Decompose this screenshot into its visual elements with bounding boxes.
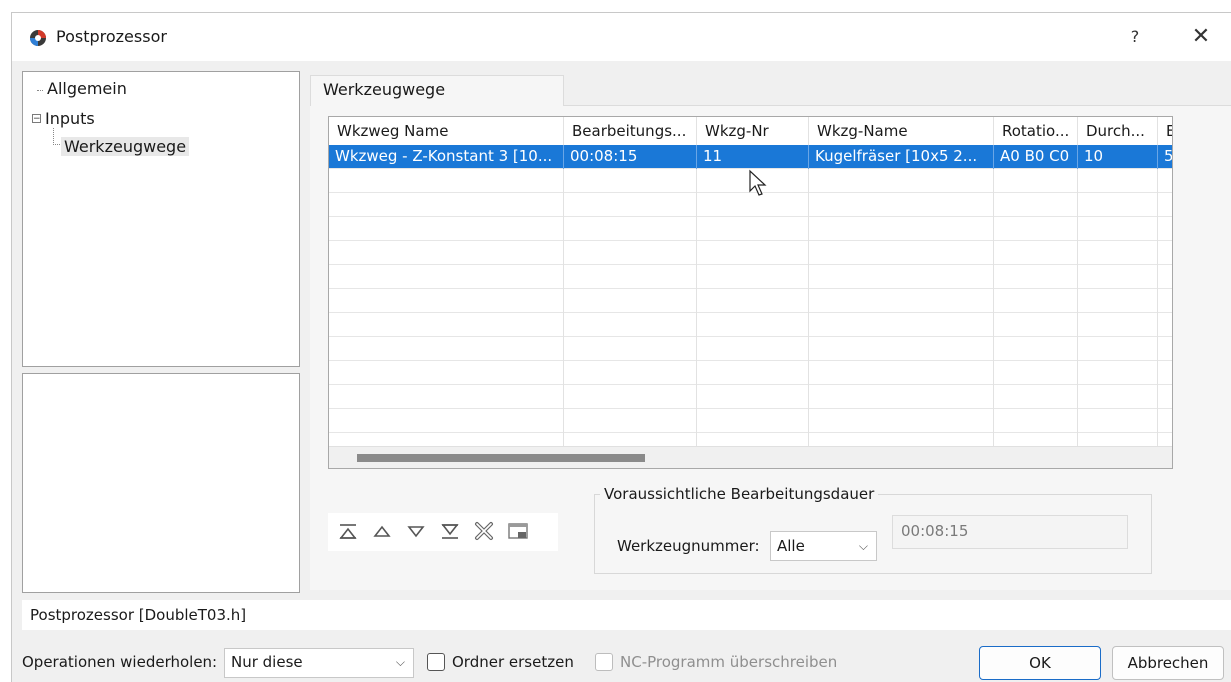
move-down-icon[interactable]: [402, 517, 430, 545]
replace-folder-checkbox[interactable]: [427, 653, 445, 671]
table-cell: 00:08:15: [564, 145, 697, 169]
app-logo-icon: [30, 30, 46, 46]
repeat-operations-select[interactable]: Nur diese ⌵: [224, 648, 414, 678]
column-lines: [329, 169, 1172, 446]
duration-group-title: Voraussichtliche Bearbeitungsdauer: [600, 485, 879, 503]
help-button[interactable]: ?: [1120, 24, 1150, 50]
move-to-bottom-icon[interactable]: [436, 517, 464, 545]
overwrite-nc-label[interactable]: NC-Programm überschreiben: [620, 653, 837, 671]
table-cell: 11: [697, 145, 809, 169]
tab-werkzeugwege[interactable]: Werkzeugwege: [310, 75, 564, 106]
table-cell: Wkzweg - Z-Konstant 3 [10...: [329, 145, 564, 169]
mouse-cursor-icon: [749, 169, 767, 196]
chevron-down-icon: ⌵: [395, 655, 405, 669]
grid-header: Wkzweg Name Bearbeitungs... Wkzg-Nr Wkzg…: [329, 117, 1172, 145]
edit-icon[interactable]: [504, 517, 532, 545]
column-header[interactable]: Bearbeitungs...: [564, 117, 697, 145]
title-bar: Postprozessor ? ✕: [12, 13, 1231, 61]
postprocessor-status: Postprozessor [DoubleT03.h]: [22, 600, 1231, 630]
tree-item-inputs[interactable]: Inputs: [45, 109, 95, 128]
column-header[interactable]: Durch...: [1078, 117, 1158, 145]
postprocessor-dialog: Postprozessor ? ✕ Allgemein − Inputs Wer…: [11, 12, 1231, 682]
tool-number-label: Werkzeugnummer:: [617, 537, 760, 555]
replace-folder-label[interactable]: Ordner ersetzen: [452, 653, 574, 671]
repeat-operations-label: Operationen wiederholen:: [22, 653, 218, 671]
reorder-toolbar: [328, 513, 558, 551]
delete-icon[interactable]: [470, 517, 498, 545]
move-to-top-icon[interactable]: [334, 517, 362, 545]
tool-number-value: Alle: [777, 537, 805, 555]
table-cell: Kugelfräser [10x5 2...: [809, 145, 994, 169]
column-header[interactable]: E: [1158, 117, 1172, 145]
horizontal-scrollbar[interactable]: [329, 446, 1172, 468]
ok-button[interactable]: OK: [979, 646, 1101, 680]
table-cell: A0 B0 C0: [994, 145, 1078, 169]
column-header[interactable]: Wkzg-Nr: [697, 117, 809, 145]
close-button[interactable]: ✕: [1184, 22, 1218, 52]
overwrite-nc-checkbox[interactable]: [595, 653, 613, 671]
tree-item-werkzeugwege[interactable]: Werkzeugwege: [61, 137, 190, 156]
cancel-button[interactable]: Abbrechen: [1112, 646, 1224, 680]
move-up-icon[interactable]: [368, 517, 396, 545]
duration-field: 00:08:15: [892, 515, 1128, 549]
column-header[interactable]: Rotatio...: [994, 117, 1078, 145]
tool-number-select[interactable]: Alle ⌵: [770, 531, 877, 561]
scrollbar-thumb[interactable]: [357, 454, 645, 462]
tree-connector: [53, 128, 60, 145]
tree-connector: [37, 81, 43, 91]
collapse-icon[interactable]: −: [32, 114, 41, 124]
column-header[interactable]: Wkzweg Name: [329, 117, 564, 145]
navigation-tree: Allgemein − Inputs Werkzeugwege: [22, 71, 300, 367]
description-panel: [22, 373, 300, 593]
table-cell: 5: [1158, 145, 1172, 169]
chevron-down-icon: ⌵: [858, 539, 868, 553]
table-cell: 10: [1078, 145, 1158, 169]
column-header[interactable]: Wkzg-Name: [809, 117, 994, 145]
window-title: Postprozessor: [56, 27, 167, 46]
tree-item-allgemein[interactable]: Allgemein: [47, 79, 127, 98]
repeat-operations-value: Nur diese: [231, 653, 303, 671]
table-row[interactable]: Wkzweg - Z-Konstant 3 [10... 00:08:15 11…: [329, 145, 1172, 169]
